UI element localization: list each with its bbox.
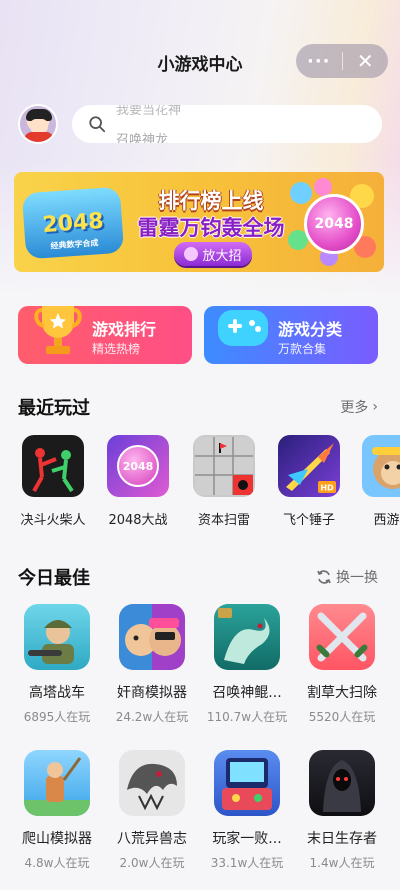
best-game-item[interactable]: 八荒异兽志 2.0w人在玩 [104, 750, 200, 871]
minesweeper-icon [193, 435, 255, 497]
player-count: 6895人在玩 [23, 710, 91, 724]
search-hint-previous: 我要当花神 [116, 105, 182, 118]
monkey-icon [362, 435, 400, 497]
feature-subtitle: 万款合集 [278, 342, 327, 356]
user-avatar[interactable] [18, 104, 58, 144]
climber-icon [24, 750, 90, 816]
game-name: 奸商模拟器 [117, 685, 187, 701]
game-name: 爬山模拟器 [22, 831, 92, 847]
game-name: 西游梗 [373, 513, 400, 528]
best-game-item[interactable]: 爬山模拟器 4.8w人在玩 [9, 750, 105, 871]
player-count: 1.4w人在玩 [309, 856, 375, 870]
game-name: 资本扫雷 [197, 513, 250, 528]
refresh-button[interactable]: 换一换 [316, 567, 378, 587]
best-game-item[interactable]: 奸商模拟器 24.2w人在玩 [104, 604, 200, 725]
2048-ball-icon: 2048 [107, 435, 169, 497]
game-name: 割草大扫除 [307, 685, 377, 701]
game-name: 2048大战 [108, 513, 168, 528]
more-link[interactable]: 更多 › [340, 397, 378, 417]
best-game-item[interactable]: 高塔战车 6895人在玩 [9, 604, 105, 725]
recent-game-item[interactable]: 资本扫雷 [185, 435, 263, 528]
game-logo-2048: 2048 经典数字合成 [21, 186, 125, 260]
game-name: 玩家一败... [212, 831, 282, 847]
search-input[interactable]: 我要当花神 召唤神龙 [72, 105, 382, 143]
feature-title: 游戏分类 [278, 320, 343, 339]
feature-subtitle: 精选热榜 [92, 342, 141, 356]
merchant-icon [119, 604, 185, 670]
game-name: 召唤神鲲... [212, 685, 282, 701]
dragon-icon [214, 604, 280, 670]
number-balls-graphic: 2048 [288, 178, 380, 268]
best-game-item[interactable]: 玩家一败... 33.1w人在玩 [199, 750, 295, 871]
game-name: 决斗火柴人 [20, 513, 86, 528]
gamepad-icon [218, 310, 268, 346]
best-game-item[interactable]: 割草大扫除 5520人在玩 [294, 604, 390, 725]
reaper-icon [309, 750, 375, 816]
game-category-card[interactable]: 游戏分类 万款合集 [204, 306, 378, 364]
banner-subheadline: 雷霆万钧轰全场 [137, 216, 285, 240]
game-name: 末日生存者 [307, 831, 377, 847]
search-hint-current: 召唤神龙 [116, 133, 169, 143]
player-count: 4.8w人在玩 [24, 856, 90, 870]
player-count: 5520人在玩 [308, 710, 376, 724]
game-ranking-card[interactable]: 游戏排行 精选热榜 [18, 306, 192, 364]
recent-section-title: 最近玩过 [18, 398, 90, 419]
power-icon [184, 247, 199, 261]
player-count: 2.0w人在玩 [119, 856, 185, 870]
recent-games-list: 决斗火柴人 2048 2048大战 资本扫雷 HD 飞个锤子 西游 [0, 435, 400, 535]
recent-game-item[interactable]: 决斗火柴人 [14, 435, 92, 528]
chevron-right-icon: › [372, 399, 378, 415]
game-name: 飞个锤子 [282, 513, 335, 528]
banner-headline: 排行榜上线 [158, 189, 264, 213]
game-name: 高塔战车 [29, 685, 85, 701]
search-icon [89, 116, 106, 133]
beast-icon [119, 750, 185, 816]
trophy-icon [34, 306, 82, 354]
player-count: 110.7w人在玩 [206, 710, 288, 724]
close-button[interactable]: ✕ [342, 44, 388, 78]
recent-game-item[interactable]: 西游梗 [354, 435, 400, 528]
recent-game-item[interactable]: HD 飞个锤子 [270, 435, 348, 528]
recent-game-item[interactable]: 2048 2048大战 [99, 435, 177, 528]
promo-banner[interactable]: 2048 经典数字合成 排行榜上线 雷霆万钧轰全场 放大招 2048 [14, 172, 384, 272]
best-game-item[interactable]: 末日生存者 1.4w人在玩 [294, 750, 390, 871]
mini-program-capsule: ··· ✕ [296, 44, 388, 78]
best-section-title: 今日最佳 [18, 568, 90, 589]
player-count: 33.1w人在玩 [210, 856, 284, 870]
stickman-icon [22, 435, 84, 497]
svg-text:HD: HD [320, 484, 334, 493]
player-count: 24.2w人在玩 [115, 710, 189, 724]
header-bar: 小游戏中心 ··· ✕ [0, 44, 400, 80]
refresh-icon [317, 570, 331, 584]
more-button[interactable]: ··· [296, 44, 342, 78]
banner-action-button[interactable]: 放大招 [174, 242, 252, 266]
best-game-item[interactable]: 召唤神鲲... 110.7w人在玩 [199, 604, 295, 725]
swords-icon [309, 604, 375, 670]
arcade-icon [214, 750, 280, 816]
feature-title: 游戏排行 [92, 320, 157, 339]
game-name: 八荒异兽志 [117, 831, 187, 847]
jet-icon: HD [278, 435, 340, 497]
soldier-icon [24, 604, 90, 670]
